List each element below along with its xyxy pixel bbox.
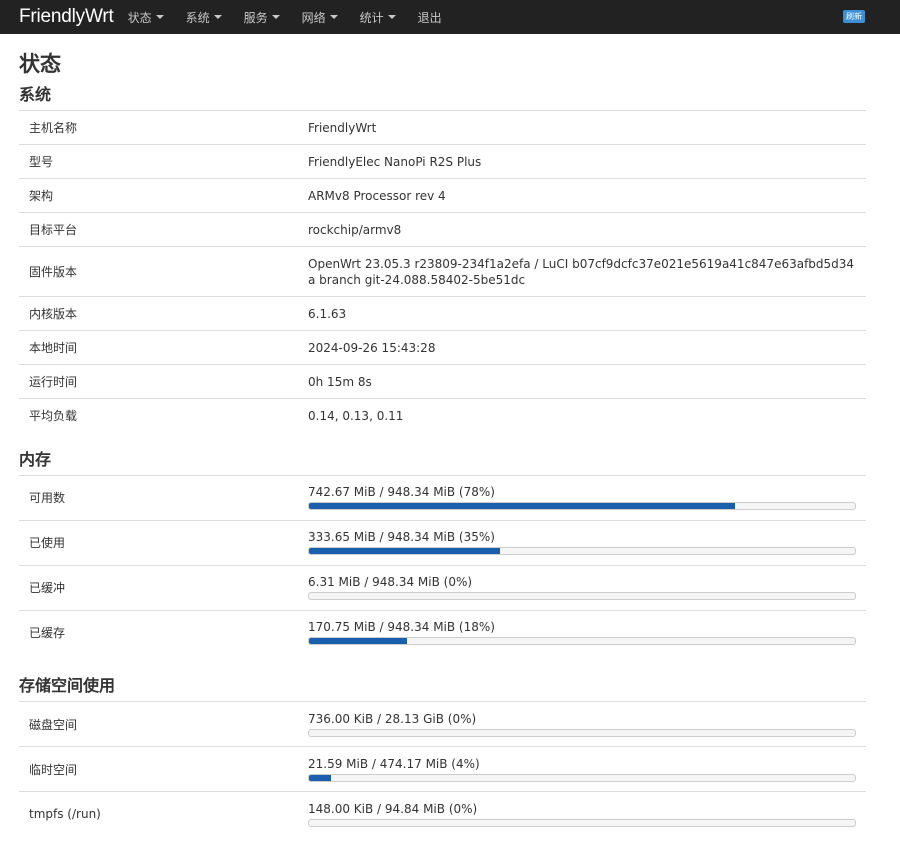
nav-logout-label: 退出 — [417, 10, 442, 25]
brand-logo[interactable]: FriendlyWrt — [19, 6, 114, 28]
memory-table: 可用数 742.67 MiB / 948.34 MiB (78%) 已使用 33… — [19, 474, 866, 655]
progress-bar — [308, 728, 856, 737]
nav-system[interactable]: 系统 — [186, 9, 222, 26]
table-row: 可用数 742.67 MiB / 948.34 MiB (78%) — [19, 474, 866, 520]
row-label: 本地时间 — [19, 330, 308, 365]
nav-statistics-label: 统计 — [359, 10, 384, 25]
row-value: 2024-09-26 15:43:28 — [308, 330, 866, 365]
nav-status[interactable]: 状态 — [128, 9, 164, 26]
caret-down-icon — [329, 15, 338, 19]
table-row: 固件版本 OpenWrt 23.05.3 r23809-234f1a2efa /… — [19, 246, 866, 297]
bar-text: 21.59 MiB / 474.17 MiB (4%) — [308, 756, 480, 771]
row-label: 型号 — [19, 144, 308, 179]
table-row: 内核版本 6.1.63 — [19, 296, 866, 331]
progress-fill — [309, 503, 735, 509]
table-row: 磁盘空间 736.00 KiB / 28.13 GiB (0%) — [19, 701, 866, 747]
refresh-badge[interactable]: 刷新 — [843, 10, 865, 23]
section-title-storage: 存储空间使用 — [19, 676, 116, 695]
storage-table: 磁盘空间 736.00 KiB / 28.13 GiB (0%) 临时空间 21… — [19, 701, 866, 837]
main-content: 状态 系统 主机名称 FriendlyWrt 型号 FriendlyElec N… — [0, 50, 900, 837]
row-label: 固件版本 — [19, 246, 308, 297]
row-value: 6.1.63 — [308, 296, 866, 331]
section-title-system: 系统 — [19, 85, 52, 104]
table-row: 临时空间 21.59 MiB / 474.17 MiB (4%) — [19, 746, 866, 792]
bar-text: 6.31 MiB / 948.34 MiB (0%) — [308, 575, 473, 589]
row-label: 平均负载 — [19, 398, 308, 433]
table-row: 型号 FriendlyElec NanoPi R2S Plus — [19, 144, 866, 179]
table-row: 架构 ARMv8 Processor rev 4 — [19, 178, 866, 213]
progress-fill — [309, 774, 331, 781]
progress-fill — [309, 548, 501, 554]
table-row: 平均负载 0.14, 0.13, 0.11 — [19, 398, 866, 433]
progress-bar — [308, 818, 856, 827]
bar-text: 148.00 KiB / 94.84 MiB (0%) — [308, 801, 478, 816]
nav-status-label: 状态 — [127, 10, 152, 25]
bar-text: 333.65 MiB / 948.34 MiB (35%) — [308, 530, 495, 544]
progress-fill — [309, 638, 408, 645]
row-label: 内核版本 — [19, 296, 308, 331]
row-value: 0.14, 0.13, 0.11 — [308, 398, 866, 433]
bar-text: 736.00 KiB / 28.13 GiB (0%) — [308, 711, 477, 726]
row-label: 架构 — [19, 178, 308, 213]
bar-text: 742.67 MiB / 948.34 MiB (78%) — [308, 485, 495, 499]
row-label: 可用数 — [19, 474, 308, 520]
table-row: 主机名称 FriendlyWrt — [19, 110, 866, 145]
nav-statistics[interactable]: 统计 — [360, 9, 396, 26]
table-row: 目标平台 rockchip/armv8 — [19, 212, 866, 247]
nav-network-label: 网络 — [301, 10, 326, 25]
row-label: 运行时间 — [19, 364, 308, 399]
row-label: tmpfs (/run) — [19, 791, 308, 837]
row-label: 已缓存 — [19, 609, 308, 655]
caret-down-icon — [155, 15, 164, 19]
table-row: 已使用 333.65 MiB / 948.34 MiB (35%) — [19, 519, 866, 565]
progress-bar — [308, 637, 856, 646]
table-row: tmpfs (/run) 148.00 KiB / 94.84 MiB (0%) — [19, 791, 866, 837]
row-label: 目标平台 — [19, 212, 308, 247]
row-value: rockchip/armv8 — [308, 212, 866, 247]
nav-network[interactable]: 网络 — [302, 9, 338, 26]
progress-bar — [308, 592, 856, 600]
caret-down-icon — [271, 15, 280, 19]
nav-services[interactable]: 服务 — [244, 9, 280, 26]
row-label: 已使用 — [19, 519, 308, 565]
row-value: FriendlyElec NanoPi R2S Plus — [308, 144, 866, 179]
row-label: 磁盘空间 — [19, 701, 308, 747]
row-value: OpenWrt 23.05.3 r23809-234f1a2efa / LuCI… — [308, 246, 866, 297]
system-info-table: 主机名称 FriendlyWrt 型号 FriendlyElec NanoPi … — [19, 110, 866, 433]
caret-down-icon — [213, 15, 222, 19]
top-navbar: FriendlyWrt 状态 系统 服务 网络 统计 退出 刷新 — [0, 0, 900, 34]
nav-services-label: 服务 — [243, 10, 268, 25]
row-value: 0h 15m 8s — [308, 364, 866, 399]
row-label: 已缓冲 — [19, 564, 308, 610]
bar-text: 170.75 MiB / 948.34 MiB (18%) — [308, 620, 495, 635]
nav-logout[interactable]: 退出 — [418, 9, 442, 26]
table-row: 已缓冲 6.31 MiB / 948.34 MiB (0%) — [19, 564, 866, 610]
section-title-memory: 内存 — [19, 449, 52, 469]
row-label: 主机名称 — [19, 110, 308, 145]
progress-bar — [308, 773, 856, 782]
row-value: FriendlyWrt — [308, 110, 866, 145]
table-row: 已缓存 170.75 MiB / 948.34 MiB (18%) — [19, 609, 866, 655]
table-row: 本地时间 2024-09-26 15:43:28 — [19, 330, 866, 365]
progress-bar — [308, 502, 856, 510]
progress-bar — [308, 547, 856, 555]
row-label: 临时空间 — [19, 746, 308, 792]
row-value: ARMv8 Processor rev 4 — [308, 178, 866, 213]
page-title: 状态 — [19, 52, 61, 76]
caret-down-icon — [387, 15, 396, 19]
nav-system-label: 系统 — [185, 10, 210, 25]
table-row: 运行时间 0h 15m 8s — [19, 364, 866, 399]
